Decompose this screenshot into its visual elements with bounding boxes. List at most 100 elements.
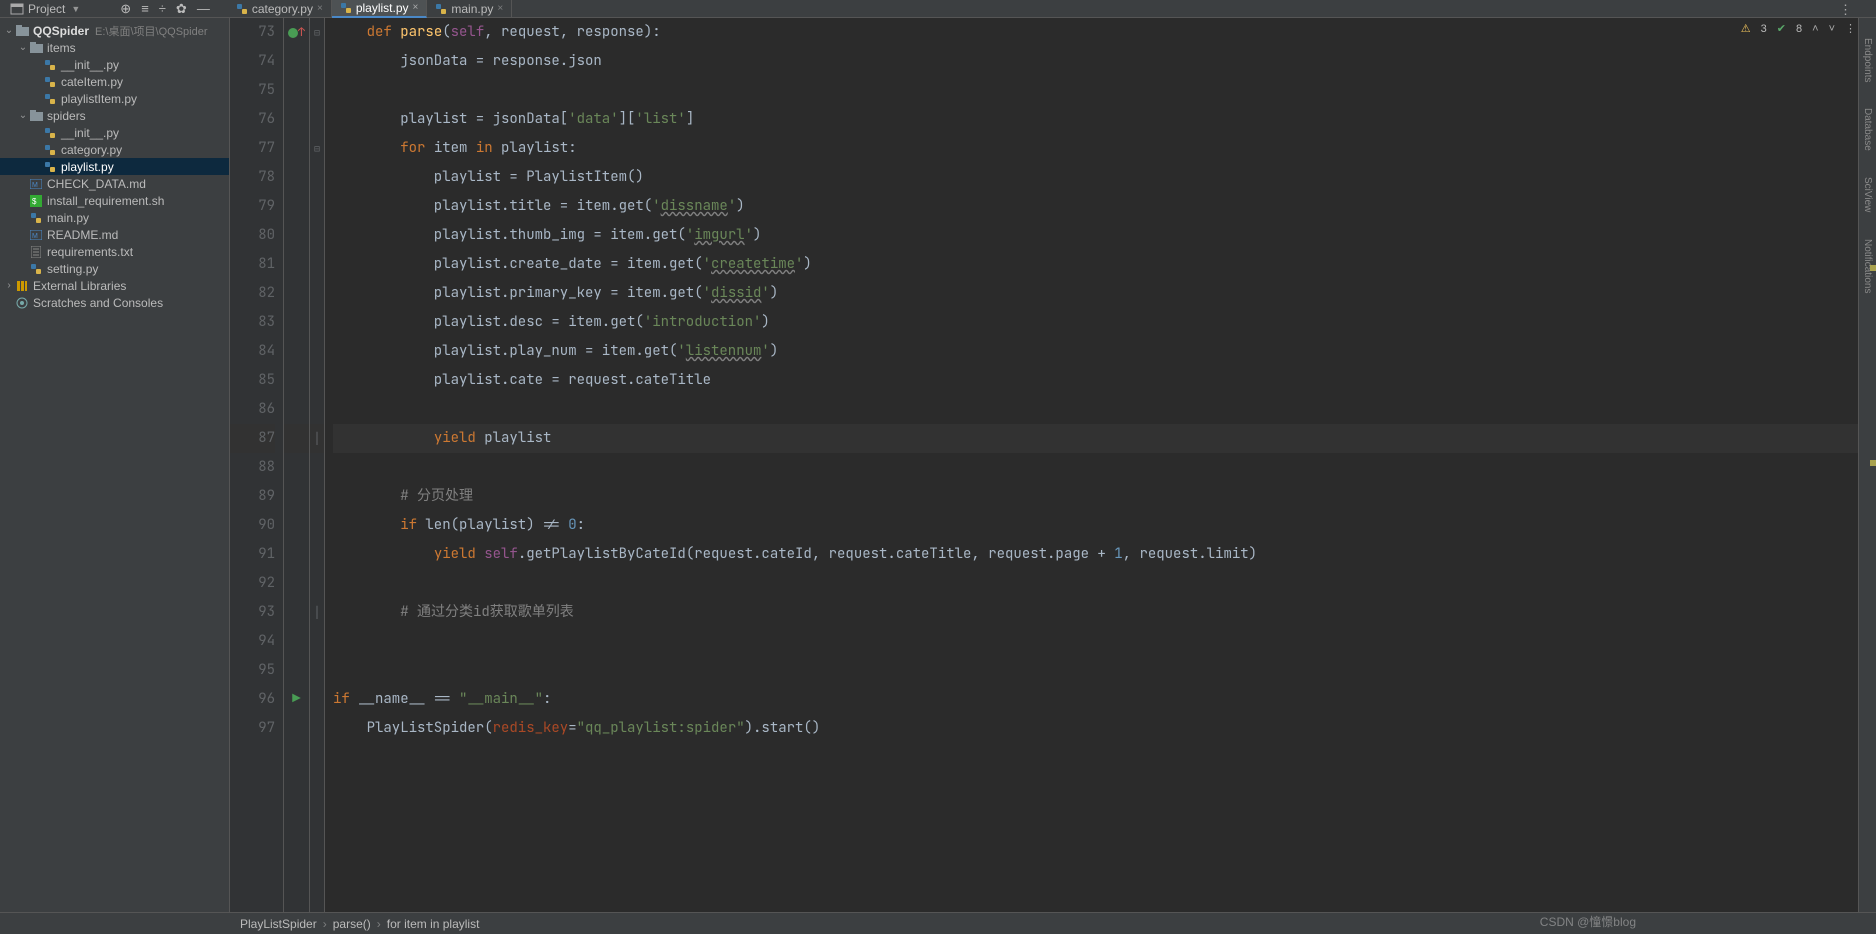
close-icon[interactable]: × [497,3,503,14]
rail-button[interactable]: Endpoints [1862,38,1873,82]
code-line[interactable]: # 分页处理 [333,482,1876,511]
code-line[interactable]: playlist.play_num = item.get('listennum'… [333,337,1876,366]
code-line[interactable]: yield playlist [333,424,1876,453]
tree-item[interactable]: category.py [0,141,229,158]
editor-tab[interactable]: category.py× [228,0,332,18]
code-line[interactable]: playlist.primary_key = item.get('dissid'… [333,279,1876,308]
project-tree[interactable]: ⌄QQSpiderE:\桌面\项目\QQSpider⌄items__init__… [0,18,230,912]
rail-button[interactable]: Database [1862,108,1873,151]
line-number[interactable]: 77 [230,134,275,163]
line-number[interactable]: 84 [230,337,275,366]
tree-arrow-icon[interactable]: ⌄ [18,42,28,53]
line-number[interactable]: 82 [230,279,275,308]
editor-tab[interactable]: playlist.py× [332,0,428,18]
breadcrumb-item[interactable]: PlayListSpider [240,917,317,931]
line-number[interactable]: 76 [230,105,275,134]
line-number[interactable]: 85 [230,366,275,395]
fold-minus-icon[interactable]: ⊟ [314,134,320,163]
line-number[interactable]: 75 [230,76,275,105]
line-number[interactable]: 89 [230,482,275,511]
line-number[interactable]: 78 [230,163,275,192]
code-line[interactable]: playlist.thumb_img = item.get('imgurl') [333,221,1876,250]
settings-gear-icon[interactable]: ✿ [176,1,187,17]
tree-item[interactable]: __init__.py [0,56,229,73]
inspection-menu-icon[interactable]: ⋮ [1845,22,1856,35]
rail-button[interactable]: SciView [1862,177,1873,212]
tree-item[interactable]: ›External Libraries [0,277,229,294]
expand-all-icon[interactable]: ≡ [141,1,149,16]
fold-line-icon[interactable]: │ [314,598,320,627]
breadcrumb-item[interactable]: parse() [333,917,371,931]
breadcrumb-item[interactable]: for item in playlist [387,917,480,931]
line-number[interactable]: 94 [230,627,275,656]
override-marker-icon[interactable] [288,28,298,38]
code-line[interactable]: playlist.cate = request.cateTitle [333,366,1876,395]
tree-item[interactable]: MREADME.md [0,226,229,243]
code-line[interactable]: playlist.title = item.get('dissname') [333,192,1876,221]
line-number[interactable]: 73 [230,18,275,47]
code-editor[interactable]: 7374757677787980818283848586878889909192… [230,18,1876,912]
prev-highlight-icon[interactable]: ˄ [1812,23,1818,35]
code-line[interactable]: def parse(self, request, response): [333,18,1876,47]
tree-item[interactable]: __init__.py [0,124,229,141]
tree-item[interactable]: main.py [0,209,229,226]
code-line[interactable] [333,627,1876,656]
line-number[interactable]: 96 [230,685,275,714]
line-number[interactable]: 83 [230,308,275,337]
fold-minus-icon[interactable]: ⊟ [314,18,320,47]
tree-item[interactable]: MCHECK_DATA.md [0,175,229,192]
line-number[interactable]: 88 [230,453,275,482]
tree-item[interactable]: playlist.py [0,158,229,175]
code-line[interactable]: if len(playlist) != 0: [333,511,1876,540]
line-number[interactable]: 86 [230,395,275,424]
code-line[interactable] [333,453,1876,482]
code-line[interactable] [333,569,1876,598]
line-number[interactable]: 93 [230,598,275,627]
line-number[interactable]: 74 [230,47,275,76]
implements-arrow-icon[interactable]: ↑ [298,18,305,47]
code-line[interactable]: PlayListSpider(redis_key="qq_playlist:sp… [333,714,1876,743]
tree-item[interactable]: ⌄spiders [0,107,229,124]
tree-item[interactable]: $install_requirement.sh [0,192,229,209]
code-line[interactable]: yield self.getPlaylistByCateId(request.c… [333,540,1876,569]
line-number[interactable]: 79 [230,192,275,221]
tree-item[interactable]: Scratches and Consoles [0,294,229,311]
code-line[interactable] [333,656,1876,685]
code-line[interactable]: jsonData = response.json [333,47,1876,76]
code-line[interactable] [333,395,1876,424]
code-line[interactable]: playlist = jsonData['data']['list'] [333,105,1876,134]
code-line[interactable]: playlist.create_date = item.get('createt… [333,250,1876,279]
fold-line-icon[interactable]: │ [314,424,320,453]
tree-arrow-icon[interactable]: ⌄ [18,110,28,121]
editor-tab[interactable]: main.py× [427,0,512,18]
marker-gutter[interactable]: ↑▶ [284,18,310,912]
project-tool-window-header[interactable]: Project ▼ [0,2,90,16]
line-number[interactable]: 92 [230,569,275,598]
close-icon[interactable]: × [413,2,419,13]
next-highlight-icon[interactable]: ˅ [1829,23,1835,35]
tree-item[interactable]: playlistItem.py [0,90,229,107]
code-line[interactable]: if __name__ == "__main__": [333,685,1876,714]
tree-item[interactable]: ⌄items [0,39,229,56]
line-number[interactable]: 80 [230,221,275,250]
line-number[interactable]: 95 [230,656,275,685]
tree-item[interactable]: setting.py [0,260,229,277]
line-number[interactable]: 81 [230,250,275,279]
code-line[interactable]: playlist.desc = item.get('introduction') [333,308,1876,337]
fold-gutter[interactable]: ⊟ ⊟ │ │ [310,18,325,912]
code-line[interactable]: playlist = PlaylistItem() [333,163,1876,192]
line-number[interactable]: 97 [230,714,275,743]
collapse-all-icon[interactable]: ÷ [159,1,166,16]
line-number[interactable]: 87 [230,424,275,453]
tree-arrow-icon[interactable]: › [4,280,14,291]
code-line[interactable]: for item in playlist: [333,134,1876,163]
run-gutter-icon[interactable]: ▶ [292,685,300,714]
line-number[interactable]: 91 [230,540,275,569]
tree-arrow-icon[interactable]: ⌄ [4,25,14,36]
editor-more-icon[interactable]: ⋮ [1833,0,1858,20]
tree-item[interactable]: ⌄QQSpiderE:\桌面\项目\QQSpider [0,22,229,39]
inspection-bar[interactable]: ⚠3 ✔8 ˄ ˅ ⋮ [1741,22,1856,35]
code-line[interactable]: # 通过分类id获取歌单列表 [333,598,1876,627]
tree-item[interactable]: requirements.txt [0,243,229,260]
line-number[interactable]: 90 [230,511,275,540]
